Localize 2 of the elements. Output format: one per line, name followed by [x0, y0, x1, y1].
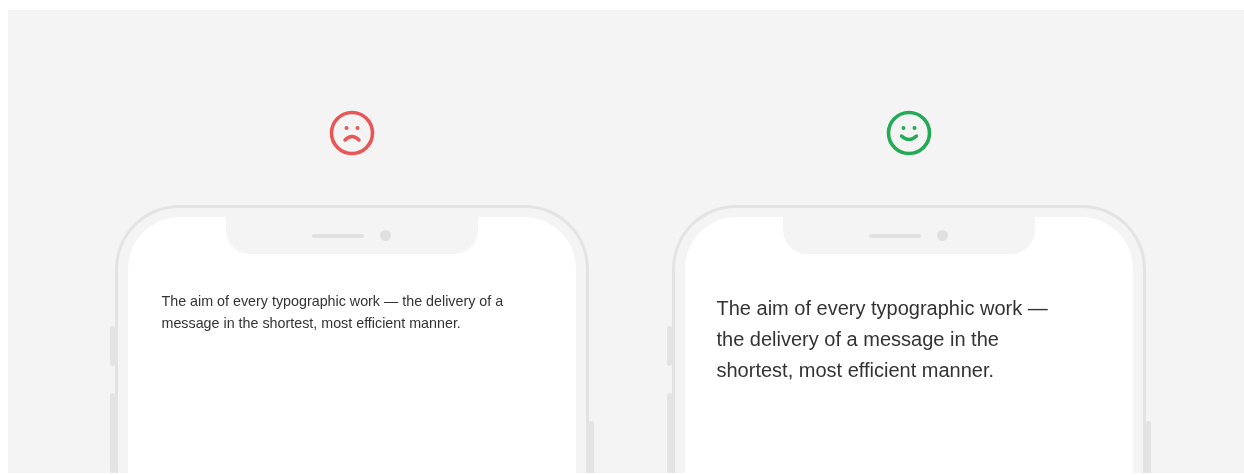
- body-paragraph: The aim of every typographic work — the delivery of a message in the shortest, most efficient manner.: [716, 296, 1049, 383]
- body-paragraph: The aim of every typographic work — the delivery of a message in the shortest, most efficient manner.: [161, 292, 505, 333]
